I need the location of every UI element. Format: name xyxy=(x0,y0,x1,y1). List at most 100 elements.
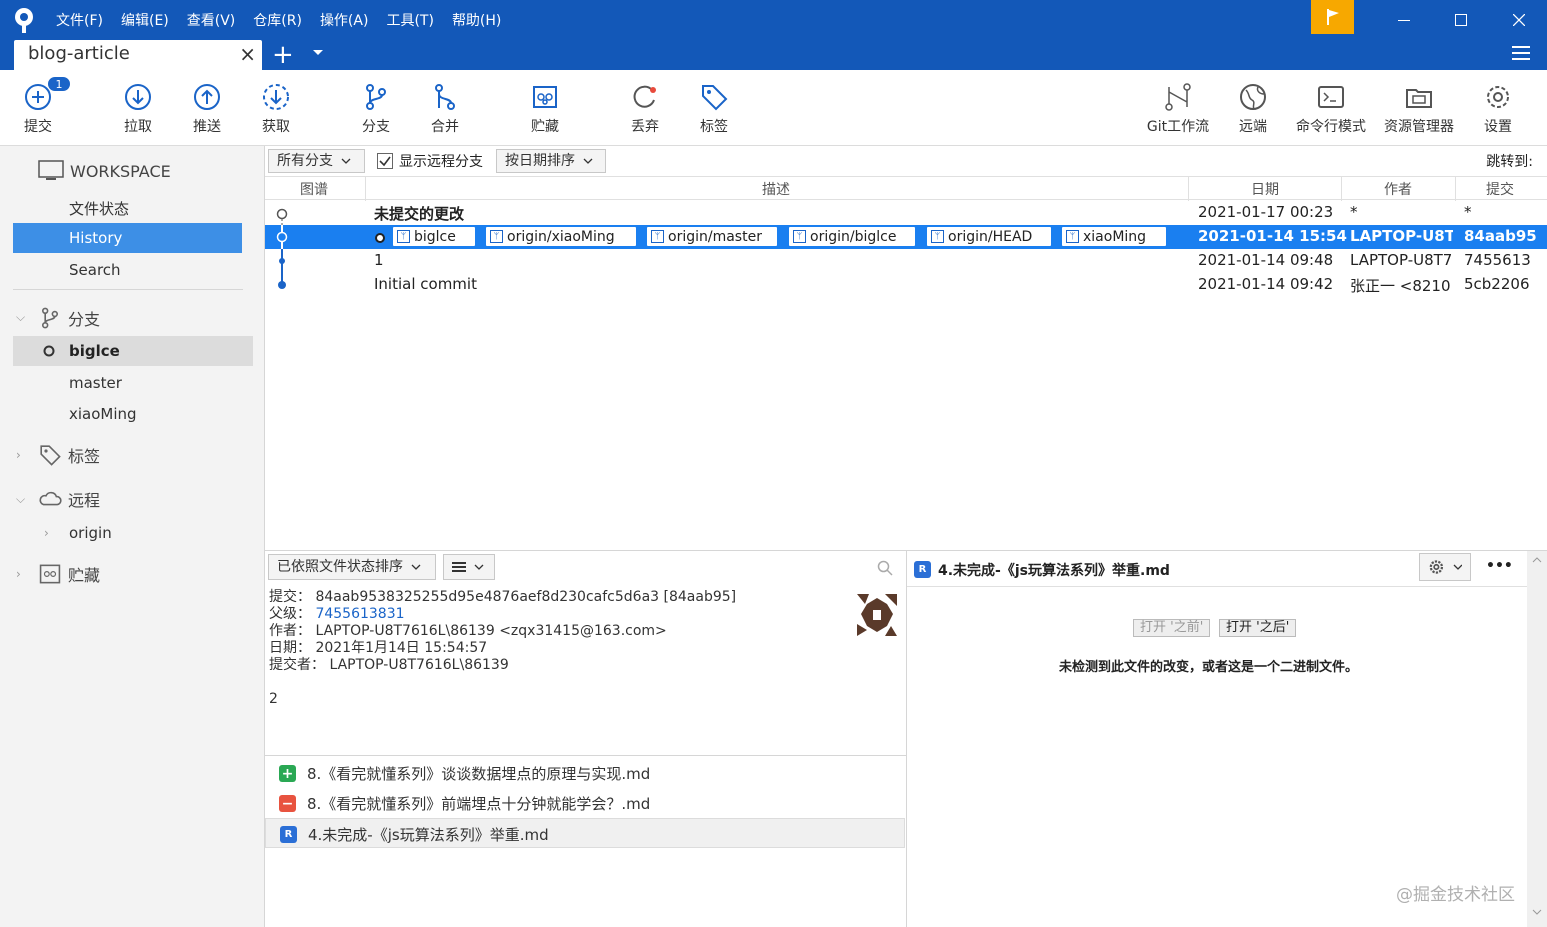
table-row-selected[interactable]: ᛘ biglce ᛘ origin/xiaoMing ᛘ origin/master … xyxy=(265,225,1547,249)
push-button[interactable]: 推送 xyxy=(172,70,242,146)
repo-tab-label: blog-article xyxy=(28,43,130,64)
sidebar-item-branch-xiaoming[interactable]: xiaoMing xyxy=(69,405,137,423)
menu-actions[interactable]: 操作(A) xyxy=(320,10,369,30)
monitor-icon xyxy=(38,160,64,180)
commit-author: * xyxy=(1350,203,1358,221)
tab-close-button[interactable]: × xyxy=(239,42,256,66)
sidebar-item-file-status[interactable]: 文件状态 xyxy=(69,198,129,219)
chevron-right-icon[interactable]: › xyxy=(44,526,49,540)
maximize-button[interactable] xyxy=(1433,0,1489,40)
scroll-down-icon[interactable] xyxy=(1532,909,1542,915)
workspace-header[interactable]: WORKSPACE xyxy=(38,160,171,182)
minimize-button[interactable] xyxy=(1376,0,1432,40)
chevron-down-icon[interactable]: ⌵ xyxy=(16,492,25,507)
tag-button[interactable]: 标签 xyxy=(679,70,749,146)
diff-scrollbar[interactable] xyxy=(1527,551,1547,927)
settings-button[interactable]: 设置 xyxy=(1463,70,1533,146)
author-value: LAPTOP-U8T7616L\86139 <zqx31415@163.com> xyxy=(315,623,667,639)
fetch-button[interactable]: 获取 xyxy=(241,70,311,146)
more-options-button[interactable]: ••• xyxy=(1486,558,1513,574)
sidebar-item-history[interactable]: History xyxy=(13,223,242,253)
merge-button[interactable]: 合并 xyxy=(410,70,480,146)
open-before-button[interactable]: 打开 '之前' xyxy=(1133,619,1211,637)
watermark: @掘金技术社区 xyxy=(1396,885,1515,905)
title-bar: 文件(F) 编辑(E) 查看(V) 仓库(R) 操作(A) 工具(T) 帮助(H… xyxy=(0,0,1547,40)
sidebar-item-remote-origin[interactable]: origin xyxy=(69,524,112,542)
col-graph[interactable]: 图谱 xyxy=(300,179,328,199)
menu-tools[interactable]: 工具(T) xyxy=(386,10,433,30)
chevron-down-icon[interactable]: ⌵ xyxy=(16,310,25,325)
table-row[interactable]: Initial commit 2021-01-14 09:42 张正一 <821… xyxy=(265,273,1547,297)
stash-button[interactable]: 贮藏 xyxy=(510,70,580,146)
gear-icon xyxy=(1429,560,1444,574)
history-filter-bar: 所有分支 显示远程分支 按日期排序 跳转到: xyxy=(265,146,1547,176)
ref-label[interactable]: ᛘ biglce xyxy=(393,227,475,246)
ref-label[interactable]: ᛘ origin/master xyxy=(647,227,777,246)
remote-button[interactable]: 远端 xyxy=(1218,70,1288,146)
parent-hash-link[interactable]: 7455613831 xyxy=(315,606,404,622)
sidebar-item-branch-master[interactable]: master xyxy=(69,374,122,392)
col-author[interactable]: 作者 xyxy=(1384,179,1412,199)
sidebar-item-branch-biglce[interactable]: biglce xyxy=(13,336,253,366)
diff-options-dropdown[interactable] xyxy=(1419,553,1471,581)
tags-header[interactable]: 标签 xyxy=(38,443,100,467)
branch-button[interactable]: 分支 xyxy=(341,70,411,146)
new-tab-button[interactable]: + xyxy=(272,40,294,70)
menu-view[interactable]: 查看(V) xyxy=(187,10,236,30)
committer-label: 提交者： xyxy=(269,657,325,673)
close-window-button[interactable] xyxy=(1491,0,1547,40)
discard-button[interactable]: 丢弃 xyxy=(610,70,680,146)
commit-button[interactable]: 提交 1 xyxy=(3,70,73,146)
commit-detail-panel: 提交： 84aab9538325255d95e4876aef8d230cafc5… xyxy=(265,585,906,755)
remotes-header[interactable]: 远程 xyxy=(38,487,100,511)
chevron-down-icon[interactable] xyxy=(312,49,324,57)
chevron-right-icon[interactable]: › xyxy=(16,448,21,462)
settings-label: 设置 xyxy=(1484,119,1512,135)
commit-hash: * xyxy=(1464,203,1472,221)
open-after-button[interactable]: 打开 '之后' xyxy=(1219,619,1297,637)
branch-filter-dropdown[interactable]: 所有分支 xyxy=(268,149,365,173)
table-row[interactable]: 1 2021-01-14 09:48 LAPTOP-U8T7 7455613 xyxy=(265,249,1547,273)
file-renamed-icon: R xyxy=(280,826,297,843)
stashes-header[interactable]: 贮藏 xyxy=(38,562,100,586)
list-item[interactable]: + 8.《看完就懂系列》谈谈数据埋点的原理与实现.md xyxy=(265,758,905,788)
commit-author: LAPTOP-U8T xyxy=(1350,227,1453,245)
pull-button[interactable]: 拉取 xyxy=(103,70,173,146)
view-mode-dropdown[interactable] xyxy=(443,554,495,580)
explorer-button[interactable]: 资源管理器 xyxy=(1378,70,1460,146)
ref-label[interactable]: ᛘ origin/biglce xyxy=(789,227,915,246)
sidebar-item-search[interactable]: Search xyxy=(69,261,121,279)
repo-tab[interactable]: blog-article × xyxy=(14,40,262,70)
notification-flag-button[interactable] xyxy=(1311,0,1354,34)
ref-label[interactable]: ᛘ xiaoMing xyxy=(1062,227,1166,246)
file-sort-dropdown[interactable]: 已依照文件状态排序 xyxy=(268,554,436,580)
scroll-up-icon[interactable] xyxy=(1532,557,1542,563)
menu-repository[interactable]: 仓库(R) xyxy=(253,10,302,30)
chevron-right-icon[interactable]: › xyxy=(16,567,21,581)
hamburger-menu-icon[interactable] xyxy=(1511,44,1531,62)
menu-help[interactable]: 帮助(H) xyxy=(452,10,501,30)
menu-file[interactable]: 文件(F) xyxy=(56,10,103,30)
head-marker-icon xyxy=(375,233,385,243)
menu-edit[interactable]: 编辑(E) xyxy=(121,10,169,30)
commit-description: 1 xyxy=(374,251,384,269)
branches-header[interactable]: 分支 xyxy=(38,306,100,330)
gitflow-button[interactable]: Git工作流 xyxy=(1138,70,1218,146)
show-remote-branches-label: 显示远程分支 xyxy=(399,154,483,170)
show-remote-branches-checkbox[interactable] xyxy=(377,153,393,169)
history-label: History xyxy=(69,229,123,247)
tab-strip: blog-article × + xyxy=(0,40,1547,70)
table-row[interactable]: 未提交的更改 2021-01-17 00:23 * * xyxy=(265,201,1547,225)
search-icon[interactable] xyxy=(877,560,893,576)
list-item[interactable]: − 8.《看完就懂系列》前端埋点十分钟就能学会？.md xyxy=(265,788,905,818)
col-date[interactable]: 日期 xyxy=(1251,179,1279,199)
ref-label[interactable]: ᛘ origin/xiaoMing xyxy=(486,227,636,246)
terminal-button[interactable]: 命令行模式 xyxy=(1290,70,1372,146)
discard-icon xyxy=(633,85,656,108)
col-commit[interactable]: 提交 xyxy=(1486,179,1514,199)
list-item-selected[interactable]: R 4.未完成-《js玩算法系列》举重.md xyxy=(265,818,905,848)
sort-order-dropdown[interactable]: 按日期排序 xyxy=(496,149,606,173)
col-description[interactable]: 描述 xyxy=(762,179,790,199)
ref-label[interactable]: ᛘ origin/HEAD xyxy=(927,227,1051,246)
commit-date: 2021-01-17 00:23 xyxy=(1198,203,1334,221)
